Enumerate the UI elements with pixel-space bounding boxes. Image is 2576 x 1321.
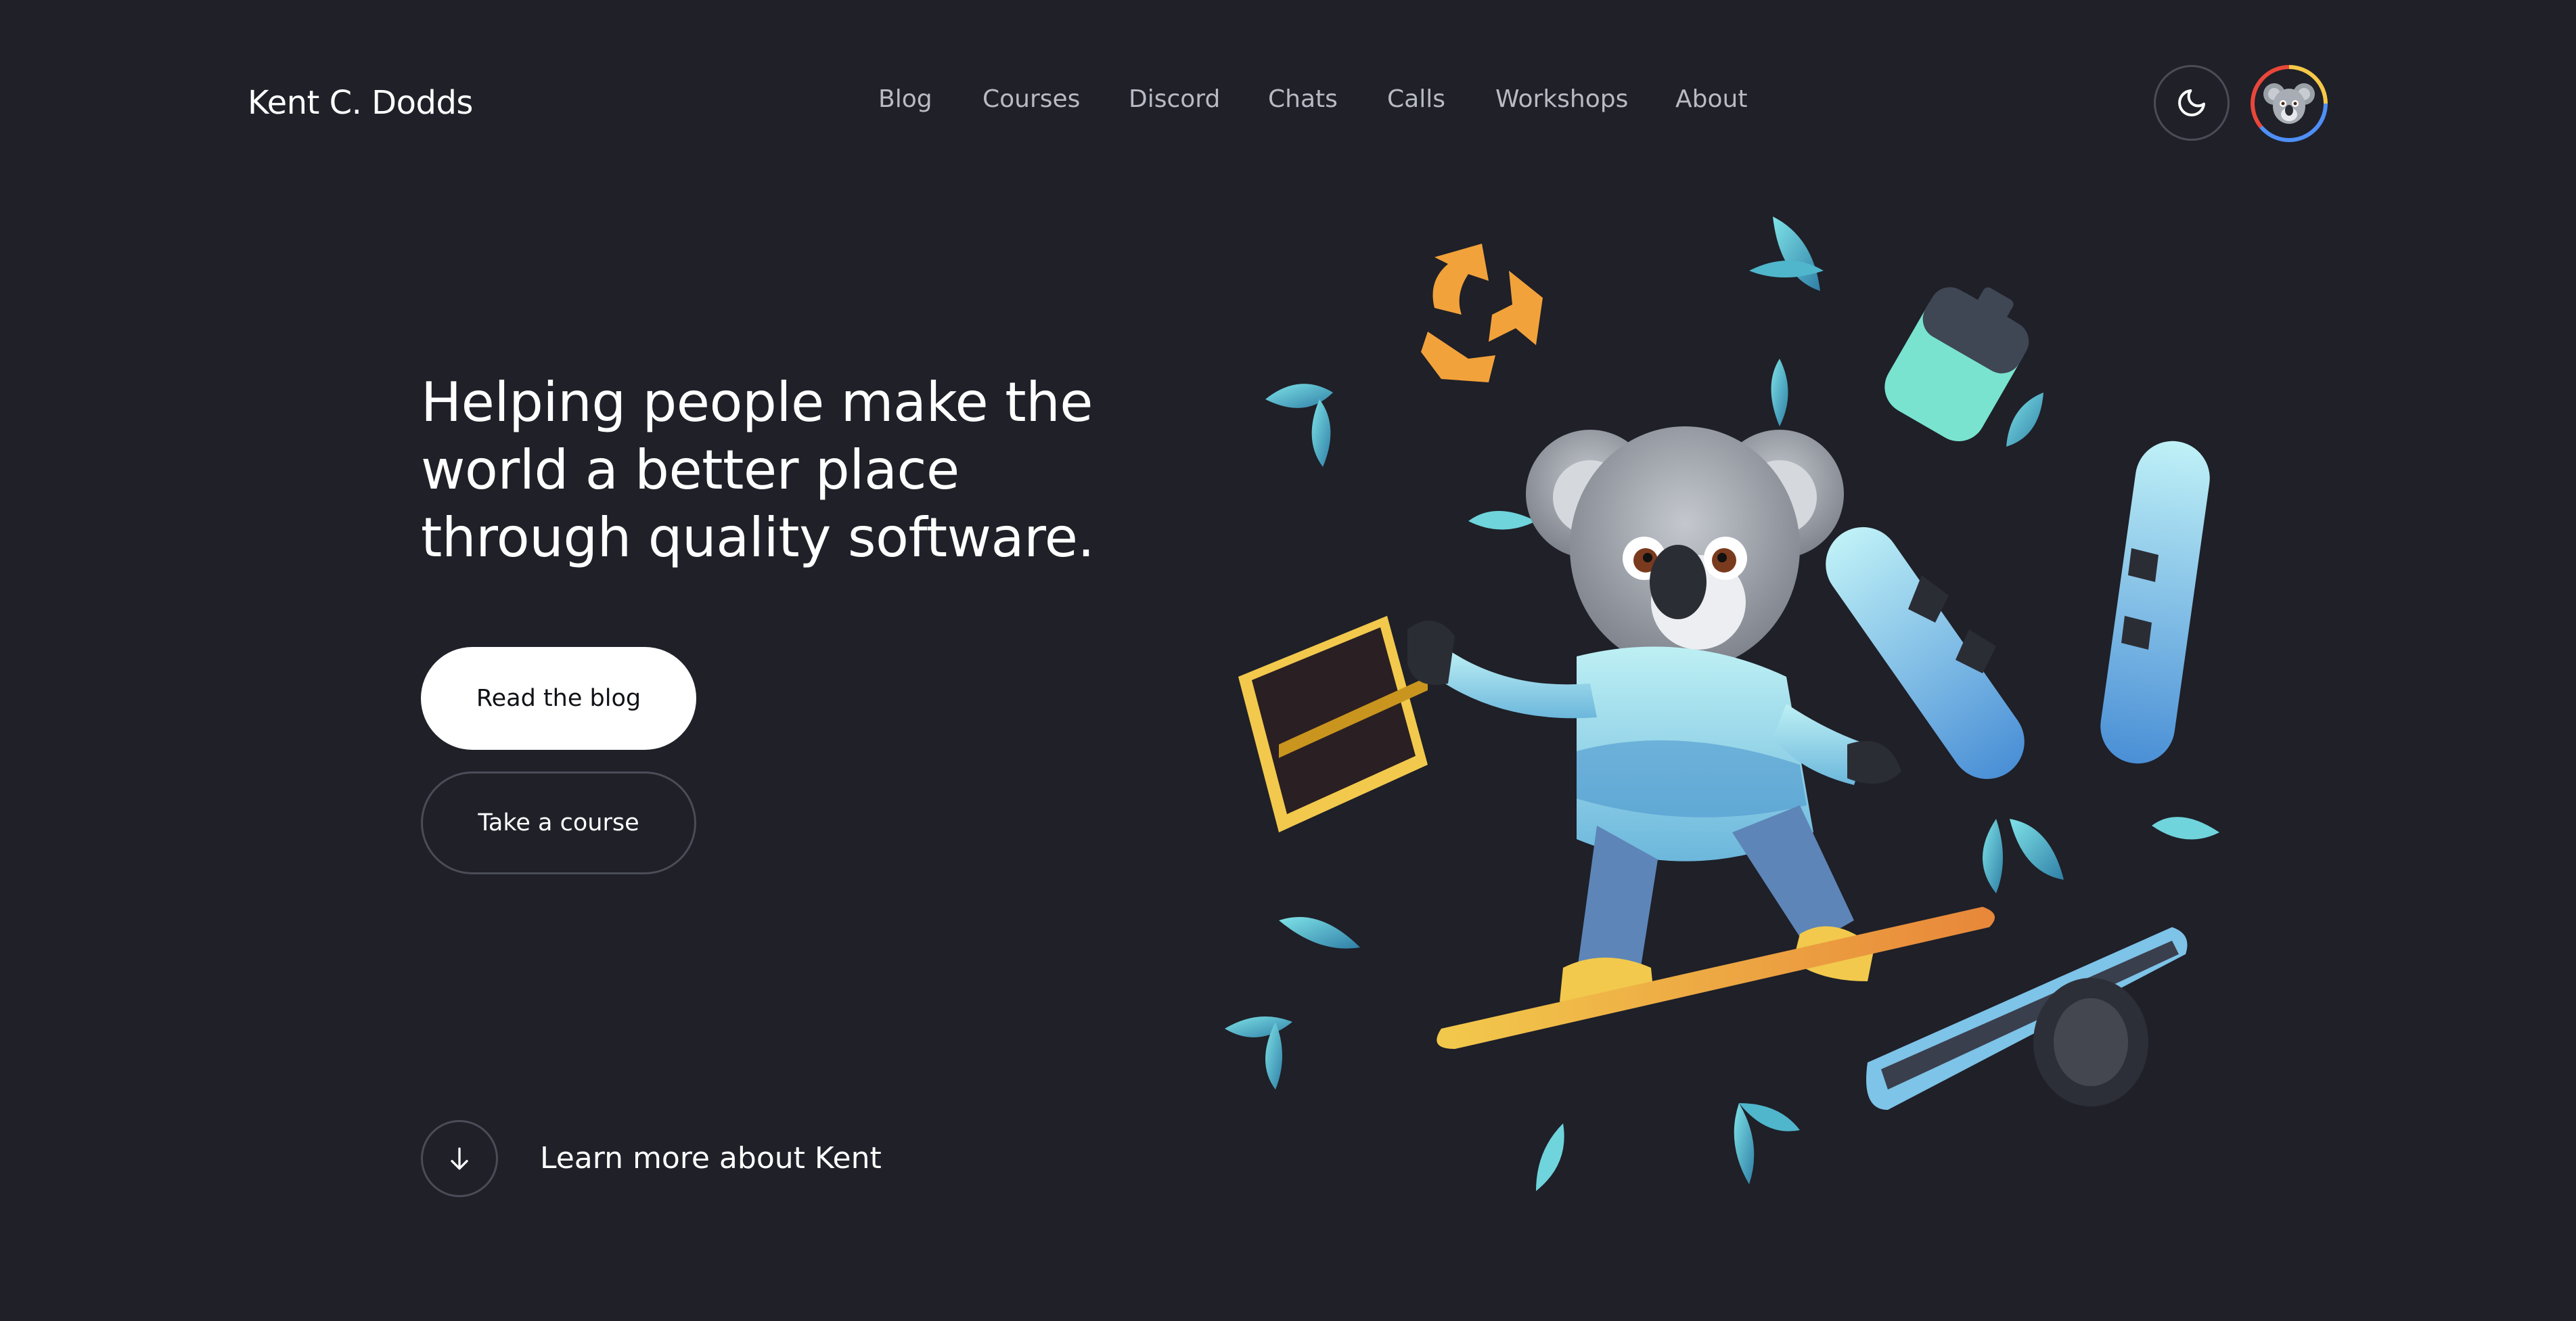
koala-avatar-icon [2263,83,2315,124]
hero-title: Helping people make the world a better p… [421,371,1095,569]
nav-link-about[interactable]: About [1675,85,1747,113]
nav-link-discord[interactable]: Discord [1129,85,1220,113]
nav-link-workshops[interactable]: Workshops [1495,85,1628,113]
recycle-icon [1421,244,1543,382]
onewheel-icon [1866,927,2188,1110]
read-blog-button[interactable]: Read the blog [421,647,696,750]
nav-link-calls[interactable]: Calls [1387,85,1445,113]
hero-illustration [1225,217,2219,1191]
moon-icon [2178,89,2205,116]
take-course-button[interactable]: Take a course [421,771,696,874]
solar-panel-icon [1238,616,1428,832]
nav-link-chats[interactable]: Chats [1268,85,1338,113]
nav-link-blog[interactable]: Blog [878,85,932,113]
arrow-down-icon [451,1147,468,1170]
theme-toggle-button[interactable] [2154,65,2230,141]
learn-more-button[interactable] [421,1120,498,1197]
user-avatar-button[interactable] [2251,65,2328,142]
avatar [2255,69,2324,138]
learn-more-link[interactable]: Learn more about Kent [540,1141,882,1176]
nav-link-courses[interactable]: Courses [982,85,1080,113]
site-logo[interactable]: Kent C. Dodds [248,84,473,122]
skis-icon [1826,441,2210,780]
